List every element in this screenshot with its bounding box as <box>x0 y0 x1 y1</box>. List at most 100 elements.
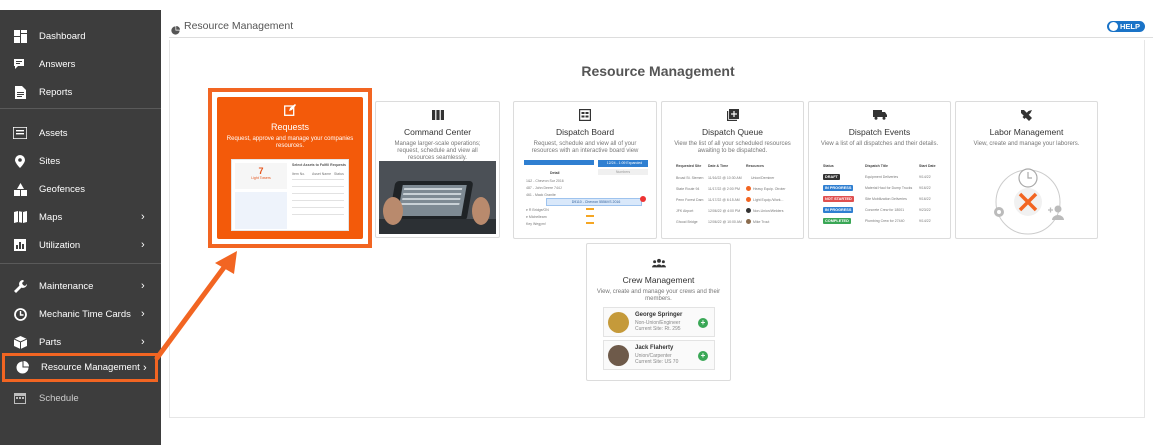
add-member-button[interactable]: + <box>698 351 708 361</box>
card-description: View, create and manage your laborers. <box>973 141 1080 147</box>
top-bar: Resource Management HELP <box>169 18 1153 38</box>
add-member-button[interactable]: + <box>698 318 708 328</box>
dispatch-events-card[interactable]: Dispatch Events View a list of all dispa… <box>808 101 951 239</box>
dispatch-queue-table: Requested Site Date & Time Resources Bro… <box>674 162 796 232</box>
chevron-right-icon: › <box>143 361 147 374</box>
truck-icon <box>872 108 887 122</box>
table-row <box>292 179 344 180</box>
edit-icon <box>283 103 297 117</box>
card-title: Requests <box>270 122 310 132</box>
crew-member-row[interactable]: Jack Flaherty Union/Carpenter Current Si… <box>603 340 715 370</box>
crew-member-row[interactable]: George Springer Non-Union/Engineer Curre… <box>603 307 715 337</box>
table-cell: Non-Union/Welders <box>753 209 784 213</box>
card-description: Request, approve and manage your compani… <box>226 136 354 149</box>
dispatch-events-table: Status Dispatch Title Start Date DRAFT E… <box>815 162 947 232</box>
tablet-photo <box>379 161 496 234</box>
resource-avatar <box>746 219 751 224</box>
chevron-right-icon: › <box>141 280 145 292</box>
stat-box: 7 Light Towers <box>235 163 287 189</box>
sidebar-item-dashboard[interactable]: Dashboard <box>0 22 161 50</box>
table-cell: Mike Trout <box>753 220 770 224</box>
wrench-icon <box>13 279 27 293</box>
board-row: 487 - John Deere 744J <box>526 186 562 190</box>
member-site: Current Site: US 70 <box>635 359 679 365</box>
labor-management-card[interactable]: Labor Management View, create and manage… <box>955 101 1098 239</box>
sidebar-item-label: Dashboard <box>39 30 86 42</box>
sidebar-item-sites[interactable]: Sites <box>0 147 161 175</box>
table-cell: Union/Deminer <box>751 176 775 180</box>
sidebar-item-geofences[interactable]: Geofences <box>0 175 161 203</box>
table-cell: 12/06/22 @ 4:00 PM <box>708 209 741 213</box>
sidebar-item-utilization[interactable]: Utilization › <box>0 231 161 259</box>
col-header: Resources <box>746 164 764 168</box>
dashboard-icon <box>13 29 27 43</box>
sidebar-item-assets[interactable]: Assets <box>0 119 161 147</box>
sidebar-item-mechanic-time-cards[interactable]: Mechanic Time Cards › <box>0 300 161 328</box>
table-cell: Light Equip./Work... <box>753 198 784 202</box>
stat-label: Light Towers <box>251 176 271 180</box>
status-mark <box>586 222 594 224</box>
tools-icon <box>1020 108 1034 122</box>
resource-icon <box>746 208 751 213</box>
document-icon <box>13 85 27 99</box>
sidebar-item-maps[interactable]: Maps › <box>0 203 161 231</box>
sidebar-item-maintenance[interactable]: Maintenance › <box>0 272 161 300</box>
question-icon <box>1108 22 1118 31</box>
dispatch-queue-card[interactable]: Dispatch Queue View the list of all your… <box>661 101 804 239</box>
table-row <box>292 193 344 194</box>
status-mark <box>586 215 594 217</box>
list-icon <box>13 126 27 140</box>
avatar <box>608 345 629 366</box>
detail-header: Detail <box>550 171 560 175</box>
dispatch-board-card[interactable]: Dispatch Board Request, schedule and vie… <box>513 101 657 239</box>
sidebar-item-answers[interactable]: Answers <box>0 50 161 78</box>
table-cell: State Route 94 <box>676 187 700 191</box>
page-title: Resource Management <box>581 63 735 79</box>
sidebar-item-resource-management[interactable]: Resource Management › <box>2 353 158 382</box>
table-cell: Material Haul for Dump Trucks <box>865 186 913 190</box>
card-description: View, create and manage your crews and t… <box>596 289 721 302</box>
sidebar-item-label: Maps <box>39 211 63 223</box>
calendar-icon <box>13 391 27 405</box>
table-cell: Site Mobilization Deliveries <box>865 197 907 201</box>
add-square-icon <box>726 108 740 122</box>
sidebar: Dashboard Answers Reports Assets Sites G… <box>0 10 161 445</box>
table-cell: 9/14/22 <box>919 219 931 223</box>
col-header: Requested Site <box>676 164 702 168</box>
sidebar-item-label: Geofences <box>39 183 85 195</box>
card-description: View a list of all dispatches and their … <box>820 141 939 147</box>
card-title: Labor Management <box>989 127 1064 137</box>
table-cell: 12/06/22 @ 10:00 AM <box>708 220 742 224</box>
table-cell: Broad St. Siemen <box>676 176 704 180</box>
col-header: Start Date <box>919 164 936 168</box>
dragged-dispatch-item: D9110 - Chevron 5556VS 2016 <box>546 198 642 206</box>
bar-chart-icon <box>13 238 27 252</box>
col-header: Status <box>334 172 344 176</box>
table-cell: Concrete Crew for 18001 <box>865 208 905 212</box>
help-button[interactable]: HELP <box>1106 21 1145 32</box>
table-cell: 9/16/22 <box>919 197 931 201</box>
chevron-right-icon: › <box>141 308 145 320</box>
command-center-card[interactable]: Command Center Manage larger-scale opera… <box>375 101 500 238</box>
sidebar-item-label: Answers <box>39 58 76 70</box>
sidebar-item-reports[interactable]: Reports <box>0 78 161 106</box>
stat-value: 7 <box>258 166 264 176</box>
board-row: 1&2 - Chevron Sur 2016 <box>526 179 564 183</box>
table-cell: Heavy Equip. Oiroter <box>753 187 786 191</box>
box-icon <box>13 335 27 349</box>
card-description: View the list of all your scheduled reso… <box>674 141 791 154</box>
status-badge: DRAFT <box>823 174 840 180</box>
board-row: e Michelleam <box>526 215 547 219</box>
sidebar-item-schedule[interactable]: Schedule <box>0 384 161 412</box>
card-title: Dispatch Board <box>555 127 615 137</box>
sidebar-item-label: Resource Management <box>41 362 140 373</box>
notification-dot <box>640 196 646 202</box>
sidebar-item-label: Utilization <box>39 239 81 251</box>
sidebar-item-parts[interactable]: Parts › <box>0 328 161 356</box>
crew-management-card[interactable]: Crew Management View, create and manage … <box>586 243 731 381</box>
table-cell: 9/14/22 <box>919 175 931 179</box>
col-header: Asset Name <box>312 172 332 176</box>
member-site: Current Site: Rt. 295 <box>635 326 681 332</box>
requests-card[interactable]: Requests Request, approve and manage you… <box>217 97 363 239</box>
geofence-icon <box>13 182 27 196</box>
